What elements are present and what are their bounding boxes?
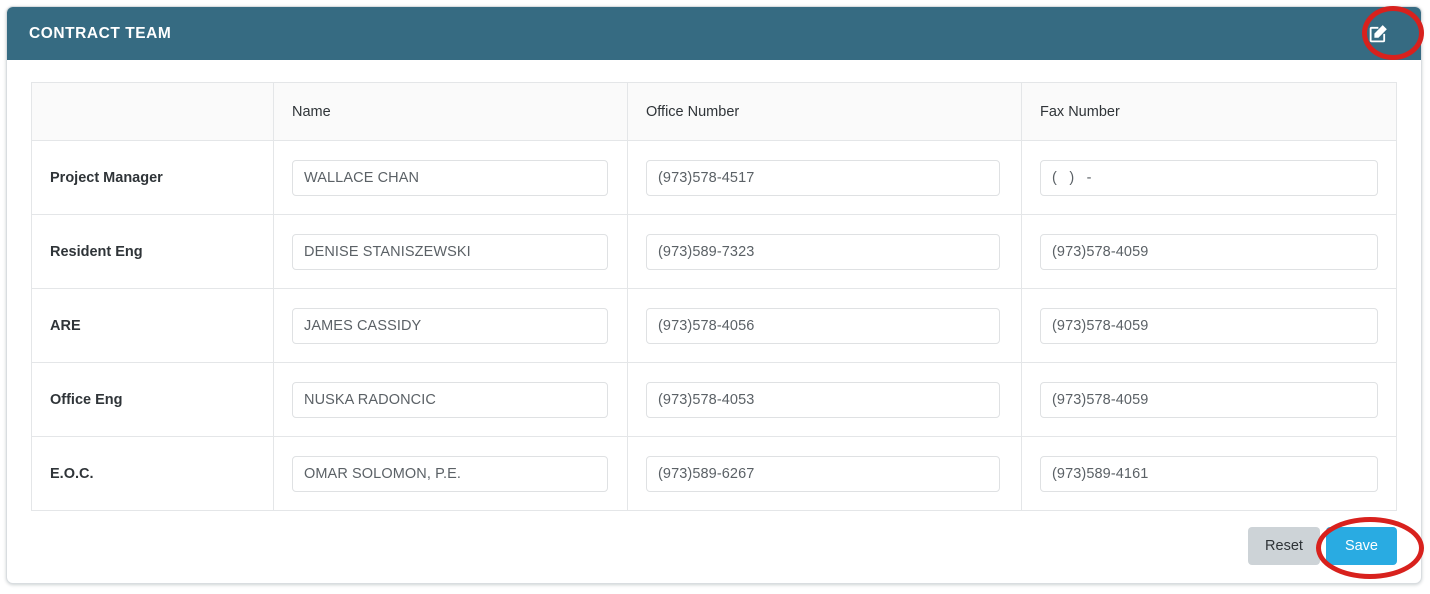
fax-number-input-project-manager[interactable]	[1040, 159, 1378, 196]
row-label-resident-eng: Resident Eng	[31, 214, 274, 289]
cell-name	[273, 288, 628, 363]
cell-name	[273, 436, 628, 511]
cell-office-number	[627, 140, 1022, 215]
cell-fax-number	[1021, 362, 1397, 437]
column-header-name: Name	[273, 82, 628, 141]
row-label-project-manager: Project Manager	[31, 140, 274, 215]
name-input-office-eng[interactable]	[292, 381, 608, 418]
card-header: CONTRACT TEAM	[7, 7, 1421, 60]
fax-number-input-office-eng[interactable]	[1040, 381, 1378, 418]
office-number-input-project-manager[interactable]	[646, 159, 1000, 196]
row-label-eoc: E.O.C.	[31, 436, 274, 511]
table-header-row: Name Office Number Fax Number	[31, 82, 1397, 141]
column-header-office-number: Office Number	[627, 82, 1022, 141]
cell-fax-number	[1021, 288, 1397, 363]
cell-fax-number	[1021, 214, 1397, 289]
name-input-resident-eng[interactable]	[292, 233, 608, 270]
office-number-input-office-eng[interactable]	[646, 381, 1000, 418]
cell-name	[273, 362, 628, 437]
cell-name	[273, 140, 628, 215]
cell-office-number	[627, 362, 1022, 437]
save-button[interactable]: Save	[1325, 527, 1397, 565]
office-number-input-eoc[interactable]	[646, 455, 1000, 492]
row-label-office-eng: Office Eng	[31, 362, 274, 437]
fax-number-input-are[interactable]	[1040, 307, 1378, 344]
table-body: Project Manager Resident Eng	[31, 140, 1397, 511]
screenshot-root: CONTRACT TEAM Name Office Number Fax Num…	[0, 0, 1430, 594]
contract-team-card: CONTRACT TEAM Name Office Number Fax Num…	[6, 6, 1422, 584]
card-body: Name Office Number Fax Number Project Ma…	[7, 60, 1421, 511]
table-row: Resident Eng	[31, 214, 1397, 289]
edit-button[interactable]	[1363, 19, 1393, 49]
name-input-eoc[interactable]	[292, 455, 608, 492]
office-number-input-resident-eng[interactable]	[646, 233, 1000, 270]
cell-name	[273, 214, 628, 289]
table-row: Office Eng	[31, 362, 1397, 437]
table-row: Project Manager	[31, 140, 1397, 215]
page-title: CONTRACT TEAM	[29, 24, 172, 42]
table-row: E.O.C.	[31, 436, 1397, 511]
fax-number-input-eoc[interactable]	[1040, 455, 1378, 492]
row-label-are: ARE	[31, 288, 274, 363]
column-header-role	[31, 82, 274, 141]
edit-pencil-square-icon	[1368, 23, 1389, 44]
name-input-are[interactable]	[292, 307, 608, 344]
card-footer: Reset Save	[7, 511, 1421, 583]
name-input-project-manager[interactable]	[292, 159, 608, 196]
table-row: ARE	[31, 288, 1397, 363]
cell-fax-number	[1021, 140, 1397, 215]
fax-number-input-resident-eng[interactable]	[1040, 233, 1378, 270]
cell-office-number	[627, 214, 1022, 289]
cell-fax-number	[1021, 436, 1397, 511]
cell-office-number	[627, 436, 1022, 511]
office-number-input-are[interactable]	[646, 307, 1000, 344]
cell-office-number	[627, 288, 1022, 363]
contract-team-table: Name Office Number Fax Number Project Ma…	[31, 82, 1397, 511]
reset-button[interactable]: Reset	[1248, 527, 1320, 565]
column-header-fax-number: Fax Number	[1021, 82, 1397, 141]
